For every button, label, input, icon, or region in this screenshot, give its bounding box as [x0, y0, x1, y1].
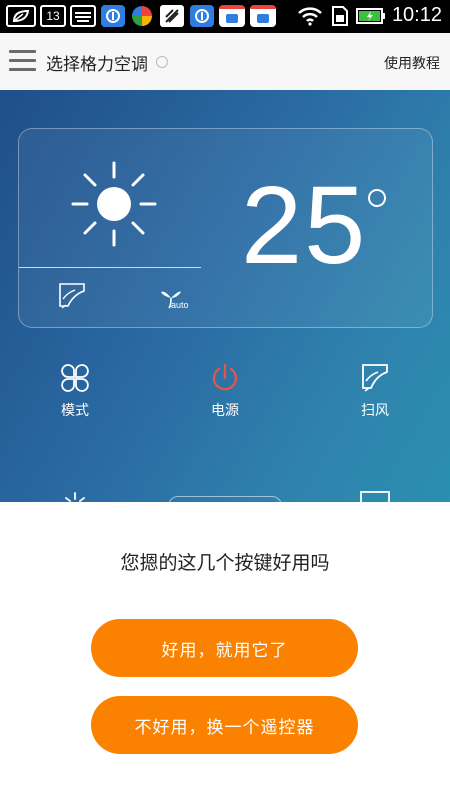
degree-icon — [368, 189, 386, 207]
divider — [19, 267, 201, 268]
wallet-app-icon — [250, 5, 276, 27]
status-display: 25 auto — [18, 128, 433, 328]
feedback-question: 您摁的这几个按键好用吗 — [120, 552, 330, 574]
sun-icon — [65, 492, 85, 502]
temperature-value: 25 — [241, 164, 368, 287]
power-icon — [212, 363, 238, 391]
sun-icon — [71, 161, 157, 247]
app-bar: 选择格力空调 使用教程 — [0, 33, 450, 91]
wifi-icon — [296, 5, 324, 27]
battery-charging-icon — [356, 5, 386, 27]
swing-icon — [59, 283, 85, 309]
hamburger-menu-icon[interactable] — [9, 50, 36, 72]
page-title[interactable]: 选择格力空调 — [46, 50, 148, 75]
keyboard-icon — [70, 5, 96, 27]
works-button[interactable]: 好用，就用它了 — [91, 619, 358, 677]
notification-count-icon: 13 — [40, 5, 66, 27]
status-bar: 13 10:12 — [0, 0, 450, 33]
clock: 10:12 — [391, 4, 442, 26]
leaf-icon — [6, 5, 36, 27]
fan-auto-label: auto — [171, 300, 189, 310]
power-button[interactable]: 电源 — [185, 362, 265, 420]
signal-app-icon — [160, 5, 184, 27]
swing-button[interactable]: 扫风 — [335, 362, 415, 420]
wallet-app-icon — [219, 5, 245, 27]
mode-button[interactable]: 模式 — [35, 362, 115, 420]
remote-panel: 25 auto 模式 电源 扫风 — [0, 90, 450, 502]
power-label: 电源 — [211, 403, 239, 419]
swing-icon — [360, 491, 390, 502]
app-store-icon — [190, 5, 214, 27]
clover-icon — [61, 364, 89, 392]
swing-icon — [362, 364, 388, 392]
sim-icon — [330, 5, 350, 27]
loading-indicator-icon — [156, 56, 168, 68]
tutorial-link[interactable]: 使用教程 — [384, 53, 440, 73]
switch-remote-button[interactable]: 不好用，换一个遥控器 — [91, 696, 358, 754]
feedback-sheet: 您摁的这几个按键好用吗 好用，就用它了 不好用，换一个遥控器 — [0, 502, 450, 800]
pinwheel-app-icon — [130, 5, 154, 27]
mode-label: 模式 — [61, 403, 89, 419]
notification-count: 13 — [46, 9, 60, 23]
swing-label: 扫风 — [361, 403, 389, 419]
app-store-icon — [101, 5, 125, 27]
